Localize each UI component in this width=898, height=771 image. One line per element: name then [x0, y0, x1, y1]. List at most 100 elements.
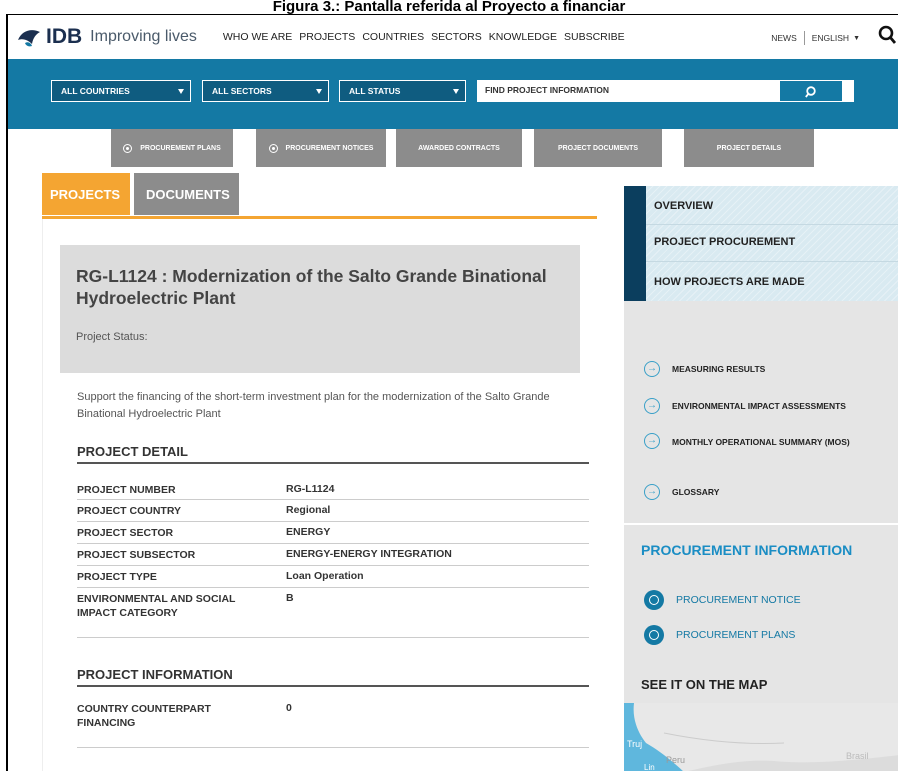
link-label: GLOSSARY	[672, 487, 720, 497]
sidebar-item-how-projects-are-made[interactable]: HOW PROJECTS ARE MADE	[654, 276, 805, 288]
status-select[interactable]: ALL STATUS	[339, 80, 466, 102]
search-button[interactable]	[779, 80, 842, 102]
arrow-right-icon: →	[644, 433, 660, 449]
sidebar-item-overview[interactable]: OVERVIEW	[654, 200, 713, 212]
arrow-right-icon: →	[644, 398, 660, 414]
table-row: PROJECT NUMBER RG-L1124	[77, 479, 589, 500]
top-nav: IDB Improving lives WHO WE ARE PROJECTS …	[8, 15, 898, 59]
search-icon[interactable]	[878, 24, 896, 46]
detail-value: ENERGY-ENERGY INTEGRATION	[286, 548, 452, 560]
link-glossary[interactable]: → GLOSSARY	[644, 484, 719, 500]
project-map[interactable]: Truj Peru Brasil Lin	[624, 703, 898, 771]
menu-knowledge[interactable]: KNOWLEDGE	[489, 31, 557, 43]
procurement-icon	[644, 625, 664, 645]
map-label: Brasil	[846, 751, 869, 761]
subtab-project-details[interactable]: PROJECT DETAILS	[684, 129, 814, 167]
detail-key: PROJECT TYPE	[77, 571, 157, 583]
table-row: COUNTRY COUNTERPART FINANCING 0	[77, 698, 589, 748]
map-label: Lin	[644, 763, 655, 771]
project-subtabs: PROCUREMENT PLANS PROCUREMENT NOTICES AW…	[8, 129, 898, 169]
menu-sectors[interactable]: SECTORS	[431, 31, 482, 43]
info-key: COUNTRY COUNTERPART FINANCING	[77, 703, 211, 729]
divider	[624, 523, 898, 525]
link-monthly-operational-summary[interactable]: → MONTHLY OPERATIONAL SUMMARY (MOS)	[644, 433, 857, 449]
nav-separator	[803, 31, 805, 45]
procurement-icon	[644, 590, 664, 610]
subtab-project-documents[interactable]: PROJECT DOCUMENTS	[534, 129, 662, 167]
map-label: Peru	[666, 755, 686, 765]
utility-nav: NEWS ENGLISH ▼	[771, 31, 860, 45]
table-row: PROJECT SECTOR ENERGY	[77, 522, 589, 544]
sectors-select-label: ALL SECTORS	[212, 86, 272, 96]
subtab-label: AWARDED CONTRACTS	[418, 144, 500, 152]
caret-down-icon	[178, 89, 184, 94]
link-environmental-impact[interactable]: → ENVIRONMENTAL IMPACT ASSESSMENTS	[644, 398, 846, 414]
sidebar-accent	[624, 186, 646, 301]
arrow-right-icon: →	[644, 361, 660, 377]
link-procurement-plans[interactable]: PROCUREMENT PLANS	[644, 625, 795, 645]
table-row: PROJECT SUBSECTOR ENERGY-ENERGY INTEGRAT…	[77, 544, 589, 566]
logo-tagline: Improving lives	[90, 28, 197, 45]
project-status-label: Project Status:	[76, 331, 148, 343]
link-label: MEASURING RESULTS	[672, 364, 766, 374]
detail-value: RG-L1124	[286, 483, 335, 495]
divider	[646, 224, 898, 225]
link-label: PROCUREMENT PLANS	[676, 629, 796, 641]
countries-select[interactable]: ALL COUNTRIES	[51, 80, 191, 102]
document-icon	[268, 143, 278, 153]
procurement-information-heading: PROCUREMENT INFORMATION	[641, 542, 853, 558]
project-search-input[interactable]: FIND PROJECT INFORMATION	[477, 80, 779, 102]
caret-down-icon	[316, 89, 322, 94]
detail-value: Regional	[286, 504, 331, 516]
link-label: ENVIRONMENTAL IMPACT ASSESSMENTS	[672, 401, 846, 411]
browser-frame: IDB Improving lives WHO WE ARE PROJECTS …	[6, 14, 898, 771]
arrow-right-icon: →	[644, 484, 660, 500]
news-link[interactable]: NEWS	[771, 33, 797, 43]
subtab-label: PROCUREMENT PLANS	[140, 144, 221, 152]
map-label: Truj	[627, 739, 643, 749]
status-select-label: ALL STATUS	[349, 86, 401, 96]
search-icon	[805, 86, 816, 98]
tab-documents[interactable]: DOCUMENTS	[134, 173, 239, 215]
table-row: PROJECT COUNTRY Regional	[77, 500, 589, 522]
detail-key: ENVIRONMENTAL AND SOCIAL IMPACT CATEGORY	[77, 593, 236, 619]
link-label: MONTHLY OPERATIONAL SUMMARY (MOS)	[672, 437, 850, 447]
menu-projects[interactable]: PROJECTS	[299, 31, 355, 43]
subtab-procurement-notices[interactable]: PROCUREMENT NOTICES	[256, 129, 386, 167]
detail-key: PROJECT COUNTRY	[77, 505, 182, 517]
menu-subscribe[interactable]: SUBSCRIBE	[564, 31, 625, 43]
detail-value: Loan Operation	[286, 570, 364, 582]
project-information-heading: PROJECT INFORMATION	[77, 667, 589, 687]
detail-key: PROJECT SECTOR	[77, 527, 174, 539]
project-detail-heading: PROJECT DETAIL	[77, 444, 589, 464]
table-row: PROJECT TYPE Loan Operation	[77, 566, 589, 588]
menu-countries[interactable]: COUNTRIES	[362, 31, 424, 43]
subtab-label: PROCUREMENT NOTICES	[285, 144, 374, 152]
subtab-awarded-contracts[interactable]: AWARDED CONTRACTS	[396, 129, 522, 167]
project-header: RG-L1124 : Modernization of the Salto Gr…	[60, 245, 580, 373]
table-row: ENVIRONMENTAL AND SOCIAL IMPACT CATEGORY…	[77, 588, 589, 638]
search-bar-end	[842, 80, 854, 102]
subtab-label: PROJECT DETAILS	[716, 144, 782, 152]
idb-logo-icon	[18, 30, 40, 47]
divider	[646, 261, 898, 262]
chevron-down-icon: ▼	[853, 34, 860, 42]
menu-who-we-are[interactable]: WHO WE ARE	[223, 31, 292, 43]
project-description: Support the financing of the short-term …	[77, 391, 550, 420]
detail-value: B	[286, 592, 294, 604]
link-measuring-results[interactable]: → MEASURING RESULTS	[644, 361, 765, 377]
detail-key: PROJECT SUBSECTOR	[77, 549, 196, 561]
language-select[interactable]: ENGLISH	[812, 33, 849, 43]
subtab-label: PROJECT DOCUMENTS	[557, 144, 639, 152]
subtab-procurement-plans[interactable]: PROCUREMENT PLANS	[111, 129, 233, 167]
link-procurement-notice[interactable]: PROCUREMENT NOTICE	[644, 590, 801, 610]
see-it-on-map-heading: SEE IT ON THE MAP	[641, 677, 768, 692]
sidebar-item-project-procurement[interactable]: PROJECT PROCUREMENT	[654, 236, 795, 248]
info-value: 0	[286, 702, 292, 714]
sectors-select[interactable]: ALL SECTORS	[202, 80, 329, 102]
logo-text: IDB	[46, 25, 83, 48]
idb-logo[interactable]: IDB Improving lives	[16, 25, 197, 49]
tab-projects[interactable]: PROJECTS	[42, 173, 130, 215]
link-label: PROCUREMENT NOTICE	[676, 594, 801, 606]
project-title: RG-L1124 : Modernization of the Salto Gr…	[76, 266, 547, 308]
